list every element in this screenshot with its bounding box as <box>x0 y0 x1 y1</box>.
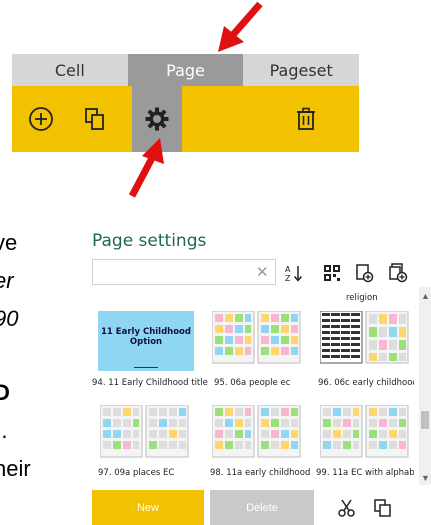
page-thumb-96[interactable] <box>320 311 410 369</box>
delete-page-button[interactable]: Delete <box>210 490 314 525</box>
page-caption-98: 98. 11a early childhood <box>210 468 311 478</box>
copy-page-icon[interactable] <box>372 497 394 519</box>
page-thumb-99[interactable] <box>320 405 410 463</box>
page-thumb-98[interactable] <box>212 405 302 463</box>
page-caption-95: 95. 06a people ec <box>214 378 291 388</box>
page-caption-99: 99. 11a EC with alphabet <box>316 468 414 478</box>
page-toolbar <box>12 86 359 152</box>
page-settings-title: Page settings <box>92 231 207 251</box>
scrollbar[interactable] <box>419 287 431 485</box>
arrow-to-page-tab <box>218 1 263 52</box>
trash-icon[interactable] <box>293 106 319 132</box>
add-page-icon[interactable] <box>354 263 374 283</box>
new-page-button[interactable]: New <box>92 490 204 525</box>
left-text-1: ve <box>0 230 18 255</box>
page-caption-94: 94. 11 Early Childhood title <box>92 378 208 388</box>
top-page-label: religion <box>346 293 378 303</box>
left-text-4: D <box>0 380 10 405</box>
add-page-alt-icon[interactable] <box>388 263 408 283</box>
page-thumb-94[interactable]: 11 Early Childhood Option <box>98 311 194 371</box>
tab-bar: Cell Page Pageset <box>12 54 359 86</box>
left-text-5: ). <box>0 418 8 443</box>
add-circle-icon[interactable] <box>28 106 54 132</box>
qr-icon[interactable] <box>322 263 342 283</box>
sort-az-icon[interactable]: AZ <box>284 263 304 283</box>
clear-search-icon[interactable]: ✕ <box>256 263 269 281</box>
left-text-3: 90 <box>0 306 19 331</box>
tab-page[interactable]: Page <box>127 54 244 86</box>
left-text-6: heir <box>0 456 31 481</box>
scrollbar-thumb[interactable] <box>421 411 429 429</box>
tab-pageset[interactable]: Pageset <box>243 54 359 86</box>
arrow-to-gear <box>128 138 164 198</box>
copy-icon[interactable] <box>82 106 108 132</box>
thumb-title: 11 Early Childhood Option <box>101 327 191 347</box>
svg-text:Z: Z <box>285 274 291 283</box>
cut-icon[interactable] <box>336 497 358 519</box>
svg-text:A: A <box>285 265 291 274</box>
scroll-down-icon[interactable]: ▼ <box>421 473 430 483</box>
tab-cell[interactable]: Cell <box>12 54 128 86</box>
page-caption-96: 96. 06c early childhood <box>318 378 414 388</box>
page-caption-97: 97. 09a places EC <box>98 468 175 478</box>
page-thumb-97[interactable] <box>100 405 190 463</box>
left-text-2: er <box>0 268 14 293</box>
scroll-up-icon[interactable]: ▲ <box>421 291 430 301</box>
page-thumb-95[interactable] <box>212 311 302 369</box>
search-input[interactable] <box>92 259 276 285</box>
page-grid: religion 11 Early Childhood Option 94. 1… <box>92 287 414 485</box>
